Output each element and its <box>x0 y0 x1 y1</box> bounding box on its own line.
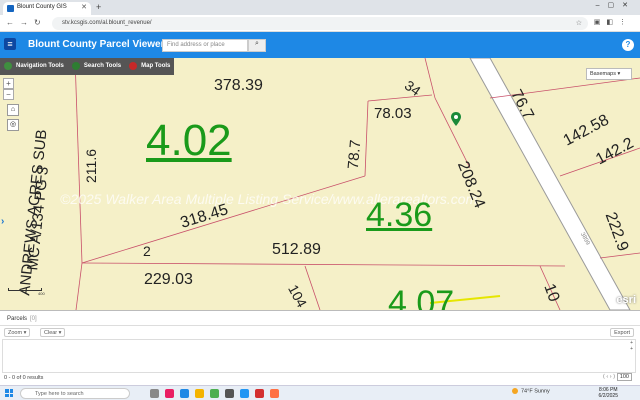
app-title: Blount County Parcel Viewer <box>28 39 165 50</box>
mail-icon[interactable] <box>240 389 249 398</box>
menu-icon[interactable]: ≡ <box>4 38 16 50</box>
parcel-label-402[interactable]: 4.02 <box>146 116 232 166</box>
dimension-label: 2 <box>143 243 151 259</box>
results-status: 0 - 0 of 0 results <box>4 375 44 381</box>
tab-parcels-label: Parcels <box>7 316 28 322</box>
map-tools-button[interactable]: Map Tools <box>125 58 174 75</box>
address-bar-row: ← → ↻ stv.kcsgis.com/al.blount_revenue/ … <box>0 15 640 32</box>
taskbar-apps <box>150 389 279 398</box>
search-tools-label: Search Tools <box>83 63 122 69</box>
page-size-select[interactable]: 100 <box>616 373 632 381</box>
pager[interactable]: ⟨ ‹ › ⟩ 100 <box>603 373 632 381</box>
grid-add-icon[interactable]: + + <box>630 340 633 352</box>
tab-close-icon[interactable]: ✕ <box>81 3 87 11</box>
search-icon[interactable]: ⌕ <box>248 39 266 52</box>
app-icon[interactable] <box>225 389 234 398</box>
tab-parcels[interactable]: Parcels [0] <box>7 316 37 322</box>
forward-icon[interactable]: → <box>20 18 28 27</box>
clear-dropdown[interactable]: Clear ▾ <box>40 328 66 337</box>
search-tools-button[interactable]: Search Tools <box>68 58 125 75</box>
zoom-dropdown[interactable]: Zoom ▾ <box>4 328 31 337</box>
edge-icon[interactable] <box>180 389 189 398</box>
location-pin-icon[interactable] <box>451 112 461 126</box>
road <box>469 58 631 310</box>
windows-start-icon[interactable] <box>5 389 13 397</box>
map-toolbar: Navigation Tools Search Tools Map Tools <box>0 58 175 75</box>
parcel-label-436[interactable]: 4.36 <box>366 196 432 235</box>
file-explorer-icon[interactable] <box>195 389 204 398</box>
chrome-icon[interactable] <box>210 389 219 398</box>
tab-favicon-icon <box>7 5 14 12</box>
zoom-out-icon[interactable]: − <box>3 89 14 100</box>
parcel-map-canvas[interactable] <box>0 58 640 310</box>
zoom-in-icon[interactable]: + <box>3 78 14 89</box>
map-tools-icon <box>129 62 138 70</box>
back-icon[interactable]: ← <box>6 18 14 27</box>
help-icon[interactable]: ? <box>622 39 634 51</box>
basemaps-button[interactable]: Basemaps ▾ <box>586 68 632 80</box>
map-tools-label: Map Tools <box>141 63 171 69</box>
weather-text: 74°F Sunny <box>521 388 550 395</box>
parcel-label-407[interactable]: 4.07 <box>388 284 454 310</box>
scale-bar: 400 <box>8 288 45 296</box>
browser-tab[interactable]: Blount County GIS ✕ <box>3 2 91 15</box>
firefox-icon[interactable] <box>270 389 279 398</box>
url-text: stv.kcsgis.com/al.blount_revenue/ <box>62 20 152 26</box>
zoom-control: + − <box>3 78 14 100</box>
scale-label: 400 <box>38 291 45 296</box>
app-icon[interactable] <box>255 389 264 398</box>
window-controls[interactable]: –▢✕ <box>596 1 636 9</box>
dimension-label: 78.7 <box>344 139 365 170</box>
url-field[interactable]: stv.kcsgis.com/al.blount_revenue/ ☆ <box>52 17 588 30</box>
clock-date: 6/2/2025 <box>598 393 618 399</box>
task-view-icon[interactable] <box>150 389 159 398</box>
dimension-label: 211.6 <box>83 149 99 183</box>
results-panel: Parcels [0] Zoom ▾ Clear ▾ Export + + 0 - … <box>0 310 640 385</box>
search-input[interactable]: Find address or place <box>162 39 248 52</box>
divider <box>0 325 640 326</box>
dimension-label: 229.03 <box>144 271 193 288</box>
esri-attribution: esri <box>616 294 636 306</box>
dimension-label: 512.89 <box>272 241 321 258</box>
search-tools-icon <box>71 62 80 70</box>
weather-widget[interactable]: 74°F Sunny <box>512 388 550 394</box>
tab-title: Blount County GIS <box>17 4 67 10</box>
browser-tab-bar: Blount County GIS ✕ + –▢✕ <box>0 0 640 15</box>
map-view[interactable]: ©2025 Walker Area Multiple Listing Servi… <box>0 58 640 310</box>
system-clock[interactable]: 8:06 PM 6/2/2025 <box>599 387 618 399</box>
navigation-tools-button[interactable]: Navigation Tools <box>0 58 68 75</box>
taskbar: ⌕ Type here to search 74°F Sunny 8:06 PM… <box>0 385 640 400</box>
app-icon[interactable] <box>165 389 174 398</box>
reload-icon[interactable]: ↻ <box>34 18 41 27</box>
navigation-icon <box>4 62 12 70</box>
tab-parcels-count: [0] <box>30 316 37 322</box>
bookmark-star-icon[interactable]: ☆ <box>576 19 582 27</box>
dimension-label: 78.03 <box>374 105 412 122</box>
app-header: ≡ Blount County Parcel Viewer Find addre… <box>0 32 640 58</box>
expand-panel-icon[interactable]: › <box>1 216 4 227</box>
navigation-tools-label: Navigation Tools <box>16 63 64 69</box>
new-tab-icon[interactable]: + <box>96 2 101 12</box>
sun-icon <box>512 388 518 394</box>
taskbar-search-input[interactable]: Type here to search <box>20 388 130 399</box>
browser-menu-icons[interactable]: ▣◧⋮ <box>594 18 632 26</box>
locate-icon[interactable]: ◎ <box>7 119 19 131</box>
dimension-label: 378.39 <box>214 77 263 94</box>
export-button[interactable]: Export <box>610 328 634 337</box>
home-icon[interactable]: ⌂ <box>7 104 19 116</box>
results-grid[interactable]: + + <box>2 339 636 373</box>
